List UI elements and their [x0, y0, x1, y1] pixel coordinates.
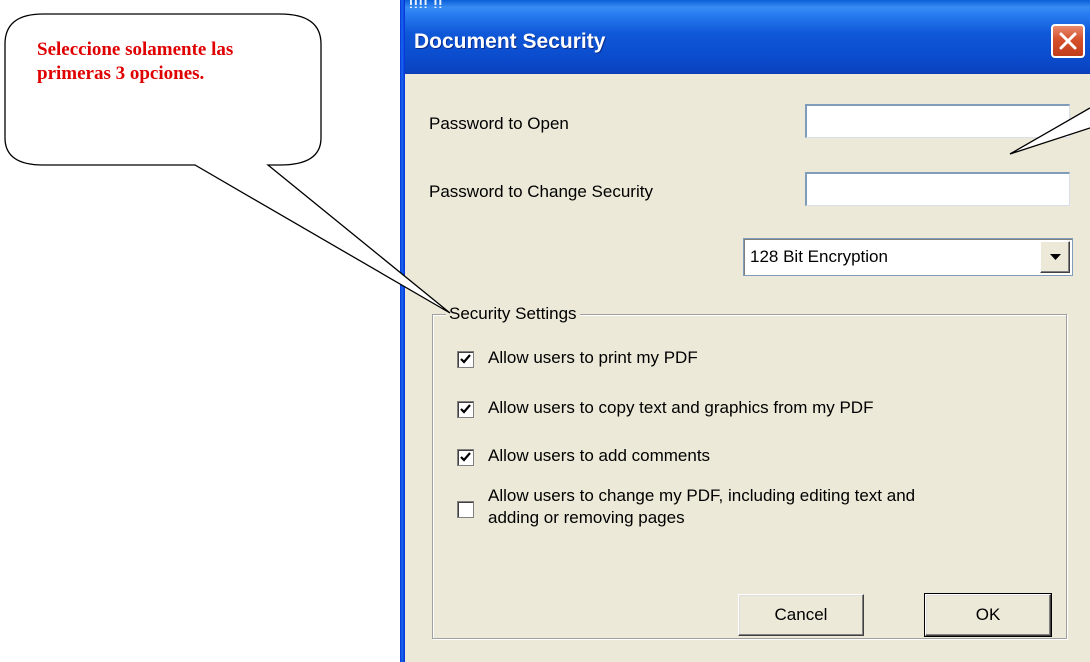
checkbox-change[interactable]: [457, 501, 474, 518]
encryption-select[interactable]: 128 Bit Encryption: [743, 238, 1073, 276]
security-settings-group: Security Settings Allow users to print m…: [432, 304, 1067, 639]
option-comments-label: Allow users to add comments: [488, 446, 711, 465]
close-button[interactable]: [1051, 24, 1085, 58]
password-open-input[interactable]: [805, 104, 1070, 138]
callout-text: Seleccione solamente las primeras 3 opci…: [37, 39, 234, 84]
cancel-button[interactable]: Cancel: [738, 594, 864, 636]
encryption-selected-value: 128 Bit Encryption: [750, 247, 888, 266]
ok-button[interactable]: OK: [924, 593, 1052, 637]
checkmark-icon: [460, 404, 471, 414]
document-security-dialog: ᴉᴉᴉᴉ ᴉᴉ Document Security Password to Op…: [400, 0, 1090, 662]
password-open-label: Password to Open: [429, 114, 569, 133]
checkbox-print[interactable]: [457, 351, 474, 368]
window-title: Document Security: [414, 30, 606, 53]
option-copy[interactable]: Allow users to copy text and graphics fr…: [457, 397, 873, 419]
option-copy-label: Allow users to copy text and graphics fr…: [488, 398, 874, 417]
option-change[interactable]: Allow users to change my PDF, including …: [457, 485, 958, 529]
checkmark-icon: [460, 354, 471, 364]
chevron-down-icon: [1050, 254, 1061, 260]
password-change-label: Password to Change Security: [429, 182, 653, 201]
checkmark-icon: [460, 452, 471, 462]
encryption-dropdown-button[interactable]: [1040, 241, 1070, 273]
security-settings-legend: Security Settings: [446, 304, 580, 324]
title-bar[interactable]: ᴉᴉᴉᴉ ᴉᴉ Document Security: [400, 0, 1090, 74]
option-print-label: Allow users to print my PDF: [488, 348, 698, 367]
password-change-input[interactable]: [805, 172, 1070, 206]
dialog-client-area: Password to Open Password to Change Secu…: [405, 74, 1090, 662]
checkbox-copy[interactable]: [457, 401, 474, 418]
close-icon: [1059, 32, 1077, 50]
title-bar-fragment: ᴉᴉᴉᴉ ᴉᴉ: [409, 0, 444, 8]
option-change-label: Allow users to change my PDF, including …: [488, 486, 916, 527]
option-comments[interactable]: Allow users to add comments: [457, 445, 710, 467]
option-print[interactable]: Allow users to print my PDF: [457, 347, 698, 369]
checkbox-comments[interactable]: [457, 449, 474, 466]
